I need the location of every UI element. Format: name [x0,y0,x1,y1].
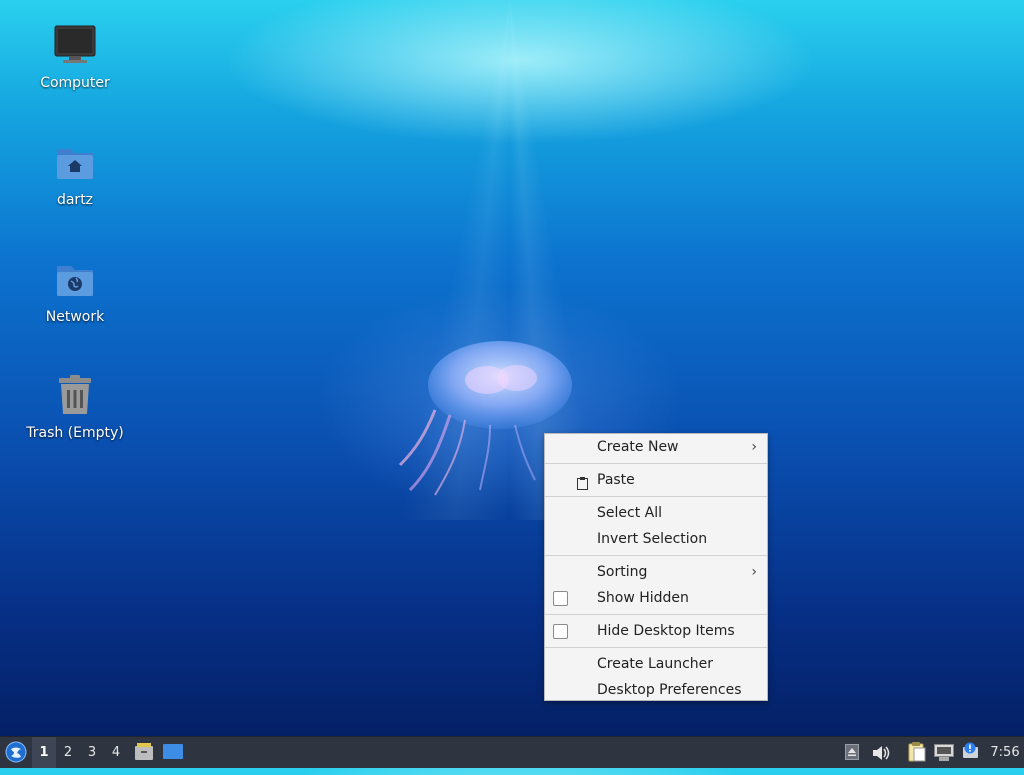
lubuntu-logo-icon [5,741,27,763]
update-notifier-tray-button[interactable] [960,737,982,768]
menu-item-label: Hide Desktop Items [597,623,735,639]
paste-icon [577,473,588,490]
clock[interactable]: 7:56 [986,737,1024,768]
menu-item-label: Create New [597,439,679,455]
chevron-right-icon: › [751,439,757,455]
desktop-icon-trash[interactable]: Trash (Empty) [15,372,135,442]
desktop-context-menu: Create New › Paste Select All Invert Sel… [544,433,768,701]
hide-desktop-items-checkbox[interactable] [553,624,568,639]
menu-item-label: Select All [597,505,662,521]
menu-item-label: Show Hidden [597,590,689,606]
menu-item-create-new[interactable]: Create New › [545,434,767,460]
network-tray-button[interactable] [932,737,956,768]
trash-icon [51,372,99,420]
workspace-1-button[interactable]: 1 [32,737,56,768]
desktop-icon-label: Computer [40,75,110,91]
network-icon [934,744,954,761]
update-notifier-icon [963,742,978,758]
menu-item-create-launcher[interactable]: Create Launcher [545,651,767,677]
menu-item-select-all[interactable]: Select All [545,500,767,526]
menu-item-label: Invert Selection [597,531,708,547]
workspace-label: 3 [87,745,97,760]
clipboard-icon [908,742,926,762]
network-folder-icon [51,256,99,304]
menu-separator [545,555,767,556]
menu-item-invert-selection[interactable]: Invert Selection [545,526,767,552]
show-desktop-launcher[interactable] [160,737,186,768]
menu-item-sorting[interactable]: Sorting › [545,559,767,585]
menu-item-label: Create Launcher [597,656,714,672]
file-manager-icon [135,743,153,760]
desktop-icon-computer[interactable]: Computer [15,22,135,92]
workspace-4-button[interactable]: 4 [104,737,128,768]
workspace-label: 1 [39,745,49,760]
clock-time: 7:56 [990,745,1020,760]
workspace-label: 4 [111,745,121,760]
app-menu-button[interactable] [2,737,30,768]
chevron-right-icon: › [751,564,757,580]
home-folder-icon [51,139,99,187]
desktop-icon-network[interactable]: Network [15,256,135,326]
show-hidden-checkbox[interactable] [553,591,568,606]
volume-tray-button[interactable] [870,737,892,768]
desktop-icon-home-folder[interactable]: dartz [15,139,135,209]
file-manager-launcher[interactable] [132,737,156,768]
eject-tray-button[interactable] [842,737,862,768]
volume-icon [873,746,890,760]
menu-separator [545,463,767,464]
computer-icon [51,22,99,70]
menu-separator [545,647,767,648]
menu-item-paste[interactable]: Paste [545,467,767,493]
desktop-icon-label: Trash (Empty) [26,425,124,441]
workspace-3-button[interactable]: 3 [80,737,104,768]
eject-icon [845,744,859,760]
menu-item-label: Desktop Preferences [597,682,742,698]
workspace-2-button[interactable]: 2 [56,737,80,768]
menu-item-desktop-preferences[interactable]: Desktop Preferences [545,677,767,703]
taskbar: 1 2 3 4 7:56 [0,736,1024,768]
menu-item-hide-desktop-items[interactable]: Hide Desktop Items [545,618,767,644]
menu-item-label: Sorting [597,564,648,580]
desktop-icon-label: Network [45,309,105,325]
desktop-icon-label: dartz [56,192,94,208]
workspace-label: 2 [63,745,73,760]
menu-separator [545,496,767,497]
menu-item-show-hidden[interactable]: Show Hidden [545,585,767,611]
menu-separator [545,614,767,615]
show-desktop-icon [163,744,183,759]
clipboard-tray-button[interactable] [906,737,928,768]
menu-item-label: Paste [597,472,635,488]
